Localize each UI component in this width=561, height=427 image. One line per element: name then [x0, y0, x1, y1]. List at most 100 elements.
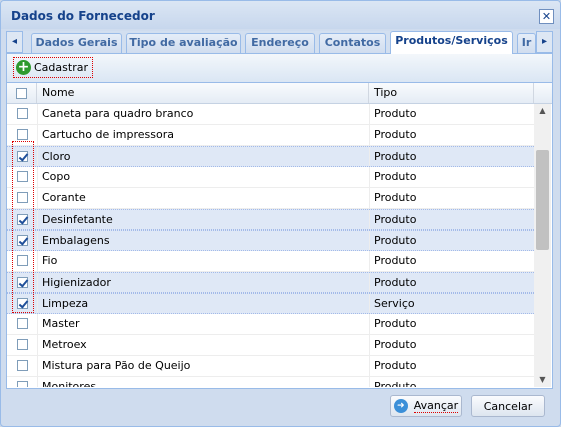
column-divider: [37, 377, 38, 387]
column-divider: [37, 251, 38, 271]
row-checkbox[interactable]: [16, 255, 28, 266]
cancelar-label: Cancelar: [483, 399, 533, 413]
row-checkbox-cell: [7, 335, 37, 355]
table-row[interactable]: Monitores Produto: [7, 377, 534, 387]
table-row[interactable]: Cartucho de impressora Produto: [7, 125, 534, 146]
row-checkbox[interactable]: [16, 214, 28, 225]
row-checkbox[interactable]: [16, 108, 28, 119]
row-checkbox[interactable]: [16, 171, 28, 182]
column-divider: [37, 125, 38, 145]
row-checkbox[interactable]: [16, 360, 28, 371]
title-bar[interactable]: Dados do Fornecedor ✕: [1, 1, 560, 29]
column-divider: [37, 314, 38, 334]
cell-tipo: Produto: [374, 128, 417, 141]
scroll-up-icon[interactable]: ▲: [534, 104, 551, 118]
toolbar: + Cadastrar: [7, 54, 552, 83]
column-divider: [369, 356, 370, 376]
row-checkbox-cell: [7, 356, 37, 376]
row-checkbox-cell: [7, 125, 37, 145]
column-divider: [369, 188, 370, 208]
table-row[interactable]: Mistura para Pão de Queijo Produto: [7, 356, 534, 377]
cell-nome: Cloro: [42, 150, 71, 163]
cell-tipo: Produto: [374, 254, 417, 267]
cell-tipo: Produto: [374, 170, 417, 183]
column-divider: [369, 210, 370, 229]
grid-header: Nome Tipo: [7, 83, 552, 104]
table-row[interactable]: Fio Produto: [7, 251, 534, 272]
select-all-cell: [7, 83, 37, 103]
cell-tipo: Produto: [374, 317, 417, 330]
tab-scroll-right-icon[interactable]: ▸: [536, 31, 553, 53]
row-checkbox[interactable]: [16, 339, 28, 350]
column-divider: [37, 356, 38, 376]
column-divider: [369, 335, 370, 355]
cell-tipo: Produto: [374, 359, 417, 372]
tab-contatos[interactable]: Contatos: [319, 33, 386, 53]
table-row[interactable]: Cloro Produto: [7, 146, 534, 167]
close-icon[interactable]: ✕: [539, 9, 554, 24]
cancelar-button[interactable]: Cancelar: [471, 395, 545, 417]
row-checkbox-cell: [7, 294, 37, 313]
row-checkbox-cell: [7, 210, 37, 229]
row-checkbox-cell: [7, 188, 37, 208]
column-header-nome[interactable]: Nome: [37, 83, 369, 103]
column-divider: [37, 167, 38, 187]
tab-produtos-servicos[interactable]: Produtos/Serviços: [390, 31, 513, 54]
table-row[interactable]: Copo Produto: [7, 167, 534, 188]
tab-endereco[interactable]: Endereço: [245, 33, 315, 53]
table-row[interactable]: Higienizador Produto: [7, 272, 534, 293]
cadastrar-label: Cadastrar: [34, 61, 88, 74]
row-checkbox-cell: [7, 104, 37, 124]
scrollbar-thumb[interactable]: [536, 150, 549, 250]
cell-nome: Metroex: [42, 338, 87, 351]
column-divider: [369, 377, 370, 387]
column-divider: [37, 231, 38, 250]
table-row[interactable]: Embalagens Produto: [7, 230, 534, 251]
avancar-button[interactable]: ➜ Avançar: [390, 395, 462, 417]
cell-tipo: Produto: [374, 191, 417, 204]
cell-tipo: Produto: [374, 276, 417, 289]
row-checkbox[interactable]: [16, 129, 28, 140]
window-title: Dados do Fornecedor: [11, 9, 155, 23]
cell-nome: Limpeza: [42, 297, 89, 310]
column-header-tipo[interactable]: Tipo: [369, 83, 534, 103]
table-row[interactable]: Corante Produto: [7, 188, 534, 209]
column-divider: [369, 147, 370, 166]
column-divider: [37, 273, 38, 292]
row-checkbox[interactable]: [16, 192, 28, 203]
column-divider: [369, 273, 370, 292]
tab-overflow[interactable]: Ir: [517, 33, 536, 53]
dialog-footer: ➜ Avançar Cancelar: [1, 390, 560, 426]
row-checkbox[interactable]: [16, 151, 28, 162]
row-checkbox[interactable]: [16, 277, 28, 288]
tab-strip: ◂ Dados Gerais Tipo de avaliação Endereç…: [6, 31, 553, 54]
select-all-checkbox[interactable]: [16, 87, 27, 99]
cell-nome: Embalagens: [42, 234, 110, 247]
table-row[interactable]: Master Produto: [7, 314, 534, 335]
avancar-label: Avançar: [413, 399, 459, 413]
row-checkbox[interactable]: [16, 381, 28, 387]
tab-panel: + Cadastrar Nome Tipo Caneta para quadro…: [6, 54, 553, 389]
cell-nome: Monitores: [42, 380, 97, 387]
tab-tipo-avaliacao[interactable]: Tipo de avaliação: [126, 33, 241, 53]
cell-tipo: Produto: [374, 213, 417, 226]
column-divider: [37, 147, 38, 166]
column-divider: [369, 104, 370, 124]
go-forward-icon: ➜: [393, 399, 408, 413]
cell-nome: Master: [42, 317, 80, 330]
table-row[interactable]: Metroex Produto: [7, 335, 534, 356]
table-row[interactable]: Caneta para quadro branco Produto: [7, 104, 534, 125]
row-checkbox[interactable]: [16, 235, 28, 246]
table-row[interactable]: Limpeza Serviço: [7, 293, 534, 314]
scroll-down-icon[interactable]: ▼: [534, 373, 551, 387]
row-checkbox[interactable]: [16, 318, 28, 329]
cadastrar-button[interactable]: + Cadastrar: [13, 57, 93, 78]
column-divider: [37, 210, 38, 229]
tab-scroll-left-icon[interactable]: ◂: [6, 31, 23, 53]
row-checkbox[interactable]: [16, 298, 28, 309]
row-checkbox-cell: [7, 251, 37, 271]
tab-dados-gerais[interactable]: Dados Gerais: [31, 33, 122, 53]
table-row[interactable]: Desinfetante Produto: [7, 209, 534, 230]
vertical-scrollbar[interactable]: ▲ ▼: [534, 104, 551, 387]
column-divider: [369, 294, 370, 313]
